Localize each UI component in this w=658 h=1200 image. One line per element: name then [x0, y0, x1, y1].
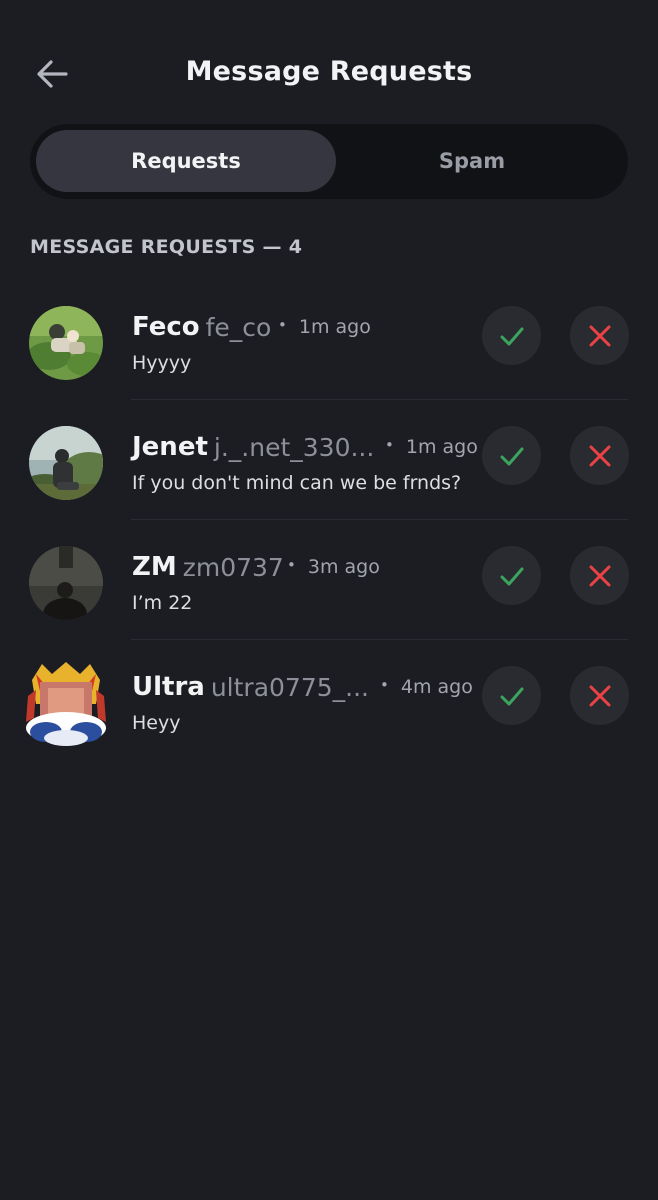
message-preview: If you don't mind can we be frnds?	[132, 472, 462, 494]
avatar[interactable]	[22, 660, 110, 748]
username: j._.net_330...	[213, 432, 375, 462]
list-item[interactable]: Feco fe_co • 1m ago Hyyyy	[0, 280, 658, 400]
timestamp: • 1m ago	[278, 316, 371, 338]
timestamp-text: 1m ago	[405, 436, 478, 458]
decline-button[interactable]	[570, 306, 629, 365]
username: zm0737	[182, 552, 284, 582]
timestamp-text: 3m ago	[307, 556, 380, 578]
section-header: MESSAGE REQUESTS — 4	[30, 236, 303, 258]
avatar[interactable]	[29, 306, 103, 380]
check-icon	[500, 327, 523, 345]
tab-requests[interactable]: Requests	[36, 130, 336, 192]
tab-switcher: Requests Spam	[30, 124, 628, 199]
timestamp-text: 4m ago	[400, 676, 473, 698]
close-icon	[589, 445, 610, 466]
header: Message Requests	[0, 42, 658, 106]
accept-button[interactable]	[482, 546, 541, 605]
decline-button[interactable]	[570, 426, 629, 485]
display-name: ZM	[132, 552, 177, 582]
decline-button[interactable]	[570, 546, 629, 605]
accept-button[interactable]	[482, 666, 541, 725]
close-icon	[589, 685, 610, 706]
tab-spam[interactable]: Spam	[322, 130, 622, 192]
page-title: Message Requests	[185, 56, 473, 87]
avatar[interactable]	[29, 546, 103, 620]
list-item[interactable]: Ultra ultra0775_... • 4m ago Heyy	[0, 640, 658, 760]
display-name: Ultra	[132, 672, 205, 702]
request-list: Feco fe_co • 1m ago Hyyyy Jenet j._.net_…	[0, 280, 658, 760]
check-icon	[500, 687, 523, 705]
avatar[interactable]	[29, 426, 103, 500]
list-item[interactable]: Jenet j._.net_330... • 1m ago If you don't…	[0, 400, 658, 520]
accept-button[interactable]	[482, 426, 541, 485]
check-icon	[500, 567, 523, 585]
username: fe_co	[205, 312, 272, 342]
close-icon	[589, 325, 610, 346]
timestamp: • 3m ago	[287, 556, 380, 578]
accept-button[interactable]	[482, 306, 541, 365]
timestamp: • 1m ago	[385, 436, 478, 458]
close-icon	[589, 565, 610, 586]
username: ultra0775_...	[210, 672, 369, 702]
display-name: Jenet	[132, 432, 208, 462]
timestamp-text: 1m ago	[298, 316, 371, 338]
message-requests-screen: Message Requests Requests Spam MESSAGE R…	[0, 0, 658, 1200]
list-item[interactable]: ZM zm0737 • 3m ago I’m 22	[0, 520, 658, 640]
timestamp: • 4m ago	[380, 676, 473, 698]
message-preview: Heyy	[132, 712, 181, 734]
message-preview: Hyyyy	[132, 352, 192, 374]
message-preview: I’m 22	[132, 592, 193, 614]
check-icon	[500, 447, 523, 465]
display-name: Feco	[132, 312, 200, 342]
decline-button[interactable]	[570, 666, 629, 725]
